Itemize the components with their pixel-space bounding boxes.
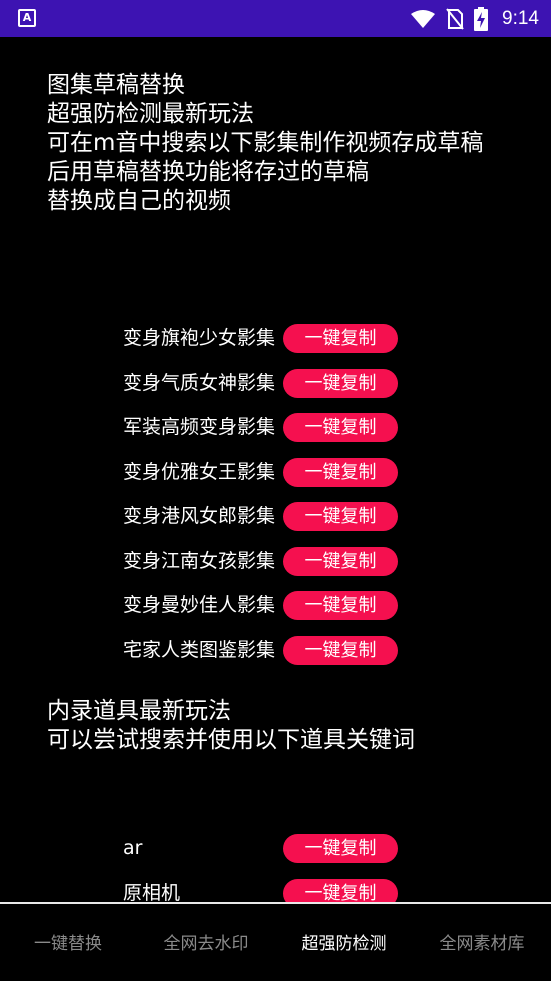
album-row: 变身优雅女王影集 一键复制 [0, 454, 551, 490]
copy-button[interactable]: 一键复制 [283, 413, 398, 442]
copy-button[interactable]: 一键复制 [283, 591, 398, 620]
prop-row: ar 一键复制 [0, 830, 551, 866]
album-label: 变身气质女神影集 [123, 371, 276, 394]
album-row: 变身港风女郎影集 一键复制 [0, 498, 551, 534]
album-label: 变身旗袍少女影集 [123, 327, 276, 349]
battery-charging-icon [474, 6, 489, 31]
copy-button[interactable]: 一键复制 [283, 635, 398, 665]
status-bar: A 9:14 [0, 0, 551, 37]
copy-button[interactable]: 一键复制 [283, 834, 398, 863]
album-label: 变身曼妙佳人影集 [123, 594, 276, 616]
album-label: 军装高频变身影集 [123, 416, 276, 438]
tab-4[interactable]: 全网素材库 [422, 934, 542, 954]
copy-button[interactable]: 一键复制 [283, 457, 398, 487]
album-row: 变身江南女孩影集 一键复制 [0, 543, 551, 579]
copy-button[interactable]: 一键复制 [283, 368, 398, 398]
tab-2[interactable]: 全网去水印 [146, 934, 266, 954]
prop-label: 原相机 [123, 881, 181, 904]
props-intro-text: 内录道具最新玩法 可以尝试搜索并使用以下道具关键词 [47, 698, 415, 753]
copy-button[interactable]: 一键复制 [283, 502, 398, 531]
album-row: 变身曼妙佳人影集 一键复制 [0, 587, 551, 623]
no-sim-icon [446, 7, 464, 30]
copy-button[interactable]: 一键复制 [283, 324, 398, 353]
album-label: 变身优雅女王影集 [123, 460, 276, 483]
album-label: 变身江南女孩影集 [123, 549, 276, 572]
album-label: 变身港风女郎影集 [123, 505, 276, 527]
app-notification-icon: A [18, 9, 36, 27]
album-row: 变身气质女神影集 一键复制 [0, 365, 551, 401]
album-row: 宅家人类图鉴影集 一键复制 [0, 632, 551, 668]
album-row: 变身旗袍少女影集 一键复制 [0, 320, 551, 356]
tab-1[interactable]: 一键替换 [8, 934, 128, 954]
copy-button[interactable]: 一键复制 [283, 546, 398, 576]
bottom-nav: 一键替换 全网去水印 超强防检测 全网素材库 [0, 902, 551, 981]
album-label: 宅家人类图鉴影集 [123, 638, 276, 661]
tab-3[interactable]: 超强防检测 [284, 934, 404, 954]
intro-text: 图集草稿替换 超强防检测最新玩法 可在m音中搜索以下影集制作视频存成草稿 后用草… [47, 72, 484, 214]
album-row: 军装高频变身影集 一键复制 [0, 409, 551, 445]
prop-label: ar [123, 837, 143, 859]
wifi-icon [411, 9, 436, 28]
clock: 9:14 [502, 7, 539, 29]
